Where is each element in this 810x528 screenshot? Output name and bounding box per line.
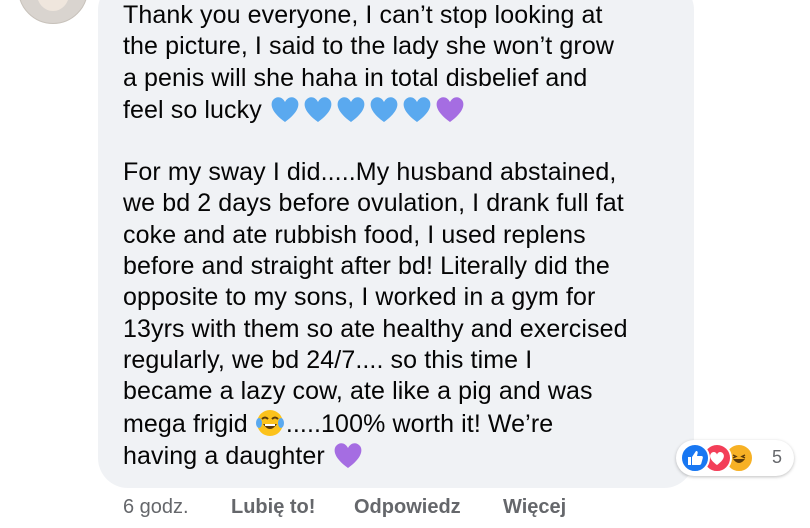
avatar[interactable]: [18, 0, 88, 24]
reactions-summary[interactable]: 5: [676, 440, 794, 476]
comment-line: regularly, we bd 24/7.... so this time I: [123, 345, 533, 374]
comment-line-text: having a daughter: [123, 441, 325, 470]
like-button[interactable]: Lubię to!: [231, 496, 315, 519]
comment-line: became a lazy cow, ate like a pig and wa…: [123, 377, 593, 406]
comment-line: 13yrs with them so ate healthy and exerc…: [123, 314, 628, 343]
comment-line: opposite to my sons, I worked in a gym f…: [123, 283, 596, 312]
comment-text: Thank you everyone, I can’t stop looking…: [123, 0, 683, 472]
purple-heart-icon: [332, 440, 364, 470]
comment-line: feel so lucky: [123, 94, 683, 126]
blue-heart-icon: [335, 94, 367, 124]
like-icon: [680, 443, 710, 473]
tears-of-joy-icon: [255, 408, 285, 438]
purple-heart-icon: [434, 94, 466, 124]
blue-heart-icon: [368, 94, 400, 124]
comment-line-text: feel so lucky: [123, 95, 262, 124]
comment-line: mega frigid .....100% worth it! We’re: [123, 408, 683, 440]
blue-heart-icon: [401, 94, 433, 124]
more-button[interactable]: Więcej: [503, 496, 566, 519]
comment-line: For my sway I did.....My husband abstain…: [123, 158, 617, 187]
comment-line: before and straight after bd! Literally …: [123, 252, 610, 281]
comment-line: a penis will she haha in total disbelief…: [123, 63, 588, 92]
heart-emoji-row: [269, 96, 467, 124]
blue-heart-icon: [302, 94, 334, 124]
comment-line-text: .....100% worth it! We’re: [285, 409, 554, 438]
comment-line: the picture, I said to the lady she won’…: [123, 32, 614, 61]
comment-line: we bd 2 days before ovulation, I drank f…: [123, 189, 624, 218]
comment-line: having a daughter: [123, 440, 683, 472]
comment-line-text: mega frigid: [123, 409, 248, 438]
reaction-count: 5: [772, 447, 783, 467]
timestamp[interactable]: 6 godz.: [123, 496, 189, 519]
blue-heart-icon: [269, 94, 301, 124]
comment-line: coke and ate rubbish food, I used replen…: [123, 220, 586, 249]
comment-line: Thank you everyone, I can’t stop looking…: [123, 1, 603, 29]
reply-button[interactable]: Odpowiedz: [354, 496, 461, 519]
